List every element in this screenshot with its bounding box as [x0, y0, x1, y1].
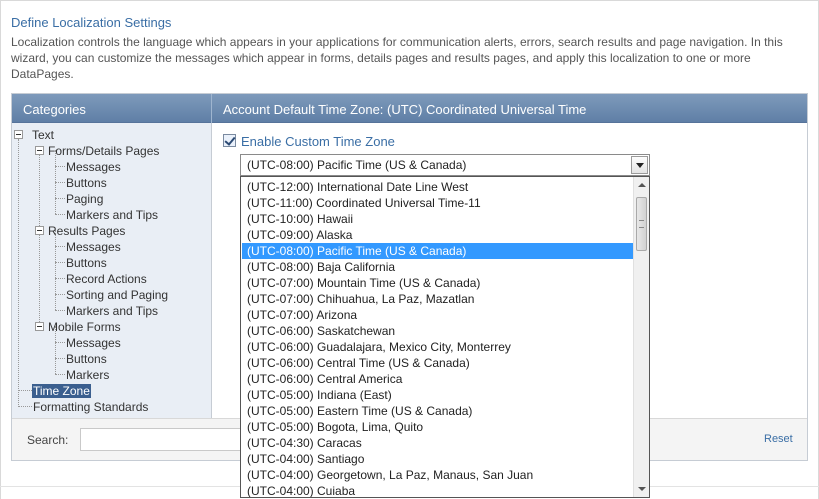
tree-item-rp-sorting[interactable]: Sorting and Paging: [66, 288, 168, 302]
tree-line: [55, 182, 65, 183]
timezone-select[interactable]: (UTC-08:00) Pacific Time (US & Canada): [240, 154, 650, 176]
timezone-dropdown-list: (UTC-12:00) International Date Line West…: [240, 176, 650, 498]
scroll-up-icon[interactable]: [634, 177, 649, 193]
header-divider: [211, 94, 212, 123]
timezone-option[interactable]: (UTC-07:00) Chihuahua, La Paz, Mazatlan: [242, 291, 633, 307]
tree-line: [18, 406, 32, 407]
timezone-option[interactable]: (UTC-08:00) Baja California: [242, 259, 633, 275]
timezone-option[interactable]: (UTC-04:00) Cuiaba: [242, 483, 633, 497]
timezone-option[interactable]: (UTC-12:00) International Date Line West: [242, 179, 633, 195]
timezone-option[interactable]: (UTC-04:00) Georgetown, La Paz, Manaus, …: [242, 467, 633, 483]
tree-line: [18, 390, 32, 391]
timezone-option[interactable]: (UTC-09:00) Alaska: [242, 227, 633, 243]
scroll-down-icon[interactable]: [634, 481, 649, 497]
tree-line: [55, 166, 65, 167]
timezone-option[interactable]: (UTC-05:00) Indiana (East): [242, 387, 633, 403]
tree-line: [55, 374, 65, 375]
tree-item-fd-messages[interactable]: Messages: [66, 160, 121, 174]
tree-line: [55, 246, 65, 247]
timezone-option[interactable]: (UTC-05:00) Eastern Time (US & Canada): [242, 403, 633, 419]
tree-line: [39, 150, 40, 326]
tree-item-results-pages[interactable]: Results Pages: [48, 224, 125, 238]
timezone-option[interactable]: (UTC-11:00) Coordinated Universal Time-1…: [242, 195, 633, 211]
collapse-mobile-icon[interactable]: [35, 322, 44, 331]
collapse-forms-icon[interactable]: [35, 146, 44, 155]
timezone-option[interactable]: (UTC-06:00) Guadalajara, Mexico City, Mo…: [242, 339, 633, 355]
tree-item-fd-paging[interactable]: Paging: [66, 192, 103, 206]
page-title: Define Localization Settings: [11, 15, 172, 30]
timezone-option[interactable]: (UTC-06:00) Saskatchewan: [242, 323, 633, 339]
frame-left: [0, 0, 1, 499]
dropdown-scrollbar[interactable]: [633, 177, 649, 497]
timezone-option[interactable]: (UTC-07:00) Arizona: [242, 307, 633, 323]
tree-item-rp-messages[interactable]: Messages: [66, 240, 121, 254]
timezone-heading: Account Default Time Zone: (UTC) Coordin…: [223, 102, 587, 117]
categories-tree: Text Forms/Details Pages Messages Button…: [12, 123, 212, 418]
timezone-select-value: (UTC-08:00) Pacific Time (US & Canada): [247, 158, 467, 172]
tree-item-rp-record-actions[interactable]: Record Actions: [66, 272, 147, 286]
tree-line: [55, 262, 65, 263]
tree-line: [55, 230, 56, 310]
enable-custom-timezone-checkbox[interactable]: [223, 134, 236, 147]
tree-line: [55, 214, 65, 215]
tree-item-rp-markers[interactable]: Markers and Tips: [66, 304, 158, 318]
page-description: Localization controls the language which…: [11, 35, 783, 81]
tree-item-fd-buttons[interactable]: Buttons: [66, 176, 107, 190]
enable-custom-timezone-label[interactable]: Enable Custom Time Zone: [241, 134, 395, 149]
tree-item-forms-details[interactable]: Forms/Details Pages: [48, 144, 159, 158]
timezone-option[interactable]: (UTC-08:00) Pacific Time (US & Canada): [242, 243, 633, 259]
tree-line: [55, 294, 65, 295]
timezone-option[interactable]: (UTC-05:00) Bogota, Lima, Quito: [242, 419, 633, 435]
reset-link[interactable]: Reset: [764, 433, 793, 445]
tree-item-mf-markers[interactable]: Markers: [66, 368, 109, 382]
timezone-option[interactable]: (UTC-04:30) Caracas: [242, 435, 633, 451]
tree-line: [55, 358, 65, 359]
tree-line: [55, 198, 65, 199]
tree-item-fd-markers[interactable]: Markers and Tips: [66, 208, 158, 222]
panel-header: Categories Account Default Time Zone: (U…: [12, 94, 807, 123]
timezone-option[interactable]: (UTC-06:00) Central America: [242, 371, 633, 387]
scrollbar-thumb[interactable]: [636, 197, 647, 251]
tree-item-time-zone[interactable]: Time Zone: [32, 384, 91, 398]
timezone-option[interactable]: (UTC-10:00) Hawaii: [242, 211, 633, 227]
timezone-option[interactable]: (UTC-04:00) Santiago: [242, 451, 633, 467]
timezone-option[interactable]: (UTC-06:00) Central Time (US & Canada): [242, 355, 633, 371]
tree-item-text[interactable]: Text: [32, 128, 54, 142]
search-label: Search:: [27, 433, 69, 447]
tree-line: [55, 342, 65, 343]
timezone-option[interactable]: (UTC-07:00) Mountain Time (US & Canada): [242, 275, 633, 291]
tree-line: [55, 310, 65, 311]
tree-line: [55, 278, 65, 279]
tree-item-mobile-forms[interactable]: Mobile Forms: [48, 320, 121, 334]
chevron-down-icon[interactable]: [631, 156, 648, 174]
collapse-results-icon[interactable]: [35, 226, 44, 235]
frame-top: [0, 0, 819, 1]
tree-item-mf-messages[interactable]: Messages: [66, 336, 121, 350]
collapse-text-icon[interactable]: [14, 130, 23, 139]
tree-line: [18, 139, 19, 407]
tree-item-formatting[interactable]: Formatting Standards: [33, 400, 148, 414]
tree-item-rp-buttons[interactable]: Buttons: [66, 256, 107, 270]
tree-item-mf-buttons[interactable]: Buttons: [66, 352, 107, 366]
categories-heading: Categories: [23, 102, 86, 117]
